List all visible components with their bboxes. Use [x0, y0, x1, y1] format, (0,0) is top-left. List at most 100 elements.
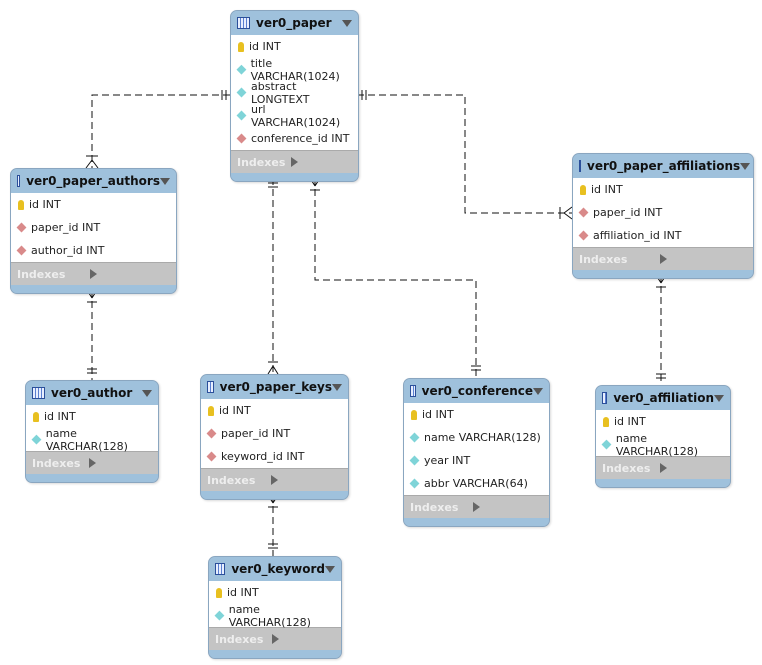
table-ver0-paper-keys[interactable]: ver0_paper_keysid INT paper_id INT keyword… [200, 374, 349, 500]
column-icon [236, 110, 247, 121]
table-header[interactable]: ver0_conference [404, 379, 549, 403]
column-row[interactable]: title VARCHAR(1024) [231, 57, 358, 83]
table-ver0-conference[interactable]: ver0_conference id INT name VARCHAR(128) ye… [403, 378, 550, 527]
column-label: paper_id INT [593, 206, 663, 219]
column-row[interactable]: author_id INT [11, 239, 176, 262]
indexes-section[interactable]: Indexes [209, 627, 341, 650]
collapse-arrow-icon[interactable] [332, 383, 342, 391]
column-list: id INT name VARCHAR(128) year INT abbr VARC… [404, 403, 549, 495]
column-row[interactable]: year INT [404, 449, 549, 472]
table-icon [17, 175, 21, 187]
column-list: id INT paper_id INT keyword_id INT [201, 399, 348, 468]
column-row[interactable]: abstract LONGTEXT [231, 80, 358, 106]
primary-key-icon [18, 199, 24, 210]
collapse-arrow-icon[interactable] [142, 389, 152, 397]
column-label: affiliation_id INT [593, 229, 682, 242]
table-icon [215, 563, 226, 575]
column-row[interactable]: paper_id INT [573, 201, 753, 224]
column-row[interactable]: id INT [209, 581, 341, 604]
table-header[interactable]: ver0_paper [231, 11, 358, 35]
collapse-arrow-icon[interactable] [714, 394, 724, 402]
expand-arrow-icon[interactable] [271, 634, 336, 644]
column-row[interactable]: id INT [26, 405, 158, 428]
column-row[interactable]: keyword_id INT [201, 445, 348, 468]
table-name: ver0_paper [256, 16, 332, 30]
column-row[interactable]: abbr VARCHAR(64) [404, 472, 549, 495]
column-row[interactable]: paper_id INT [201, 422, 348, 445]
column-row[interactable]: name VARCHAR(128) [596, 432, 730, 458]
indexes-label: Indexes [32, 456, 81, 470]
table-name: ver0_paper_authors [26, 174, 160, 188]
column-list: id INT name VARCHAR(128) [209, 581, 341, 629]
table-ver0-keyword[interactable]: ver0_keywordid INT name VARCHAR(128) Index… [208, 556, 342, 659]
column-row[interactable]: conference_id INT [231, 127, 358, 150]
column-label: id INT [29, 198, 61, 211]
expand-arrow-icon[interactable] [659, 254, 748, 264]
table-ver0-paper-authors[interactable]: ver0_paper_authorsid INT paper_id INT auth… [10, 168, 177, 294]
table-header[interactable]: ver0_author [26, 381, 158, 405]
table-header[interactable]: ver0_paper_authors [11, 169, 176, 193]
table-ver0-author[interactable]: ver0_authorid INT name VARCHAR(128) Indexe… [25, 380, 159, 483]
link-conference-paper [314, 178, 477, 378]
foreign-key-icon [16, 222, 27, 233]
column-row[interactable]: id INT [11, 193, 176, 216]
column-label: id INT [44, 410, 76, 423]
primary-key-icon [33, 411, 39, 422]
table-ver0-paper-affiliations[interactable]: ver0_paper_affiliations id INT paper_id IN… [572, 153, 754, 279]
indexes-section[interactable]: Indexes [231, 150, 358, 173]
column-list: id INT title VARCHAR(1024) abstract LONGTE… [231, 35, 358, 150]
indexes-label: Indexes [602, 461, 651, 475]
table-name: ver0_keyword [231, 562, 325, 576]
expand-arrow-icon[interactable] [88, 458, 153, 468]
table-header[interactable]: ver0_affiliation [596, 386, 730, 410]
column-row[interactable]: url VARCHAR(1024) [231, 103, 358, 129]
table-name: ver0_paper_keys [219, 380, 332, 394]
indexes-section[interactable]: Indexes [26, 451, 158, 474]
indexes-section[interactable]: Indexes [201, 468, 348, 491]
expand-arrow-icon[interactable] [473, 502, 543, 512]
column-label: author_id INT [31, 244, 105, 257]
primary-key-icon [208, 405, 214, 416]
table-icon [579, 160, 581, 172]
table-header[interactable]: ver0_paper_keys [201, 375, 348, 399]
collapse-arrow-icon[interactable] [740, 162, 751, 170]
indexes-section[interactable]: Indexes [596, 456, 730, 479]
link-paper-authors [91, 94, 230, 168]
table-footer [596, 479, 730, 487]
column-row[interactable]: name VARCHAR(128) [404, 426, 549, 449]
column-label: abbr VARCHAR(64) [424, 477, 528, 490]
column-row[interactable]: id INT [404, 403, 549, 426]
column-row[interactable]: name VARCHAR(128) [209, 603, 341, 629]
indexes-section[interactable]: Indexes [404, 495, 549, 518]
column-row[interactable]: id INT [201, 399, 348, 422]
table-icon [237, 17, 250, 29]
column-row[interactable]: id INT [573, 178, 753, 201]
foreign-key-icon [236, 133, 247, 144]
column-icon [214, 610, 225, 621]
column-row[interactable]: affiliation_id INT [573, 224, 753, 247]
expand-arrow-icon[interactable] [271, 475, 342, 485]
table-name: ver0_affiliation [613, 391, 714, 405]
table-header[interactable]: ver0_paper_affiliations [573, 154, 753, 178]
column-row[interactable]: paper_id INT [11, 216, 176, 239]
expand-arrow-icon[interactable] [291, 157, 352, 167]
column-list: id INT name VARCHAR(128) [26, 405, 158, 453]
table-footer [26, 474, 158, 482]
collapse-arrow-icon[interactable] [533, 387, 543, 395]
table-ver0-paper[interactable]: ver0_paperid INT title VARCHAR(1024) abstr… [230, 10, 359, 182]
indexes-section[interactable]: Indexes [573, 247, 753, 270]
expand-arrow-icon[interactable] [659, 463, 725, 473]
expand-arrow-icon[interactable] [90, 269, 170, 279]
foreign-key-icon [578, 230, 589, 241]
column-row[interactable]: id INT [596, 410, 730, 433]
table-header[interactable]: ver0_keyword [209, 557, 341, 581]
indexes-section[interactable]: Indexes [11, 262, 176, 285]
collapse-arrow-icon[interactable] [342, 19, 352, 27]
table-ver0-affiliation[interactable]: ver0_affiliationid INT name VARCHAR(128) I… [595, 385, 731, 488]
primary-key-icon [238, 41, 244, 52]
column-row[interactable]: name VARCHAR(128) [26, 427, 158, 453]
collapse-arrow-icon[interactable] [325, 565, 335, 573]
indexes-label: Indexes [215, 632, 264, 646]
collapse-arrow-icon[interactable] [160, 177, 170, 185]
column-row[interactable]: id INT [231, 35, 358, 58]
